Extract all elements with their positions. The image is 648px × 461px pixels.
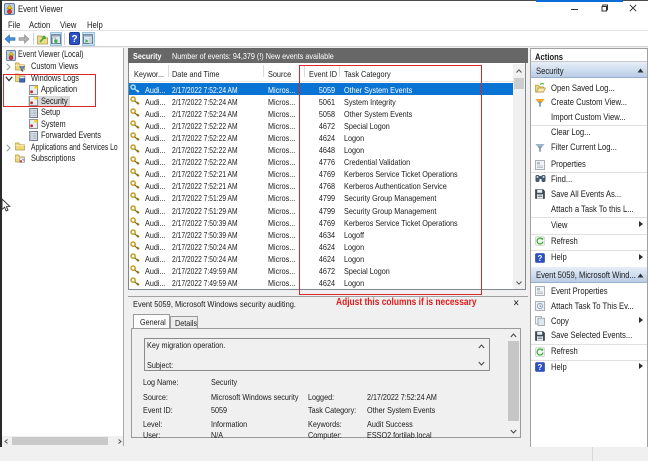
svg-text:?: ? <box>537 253 542 262</box>
svg-text:?: ? <box>71 34 77 45</box>
svg-text:?: ? <box>537 363 542 372</box>
